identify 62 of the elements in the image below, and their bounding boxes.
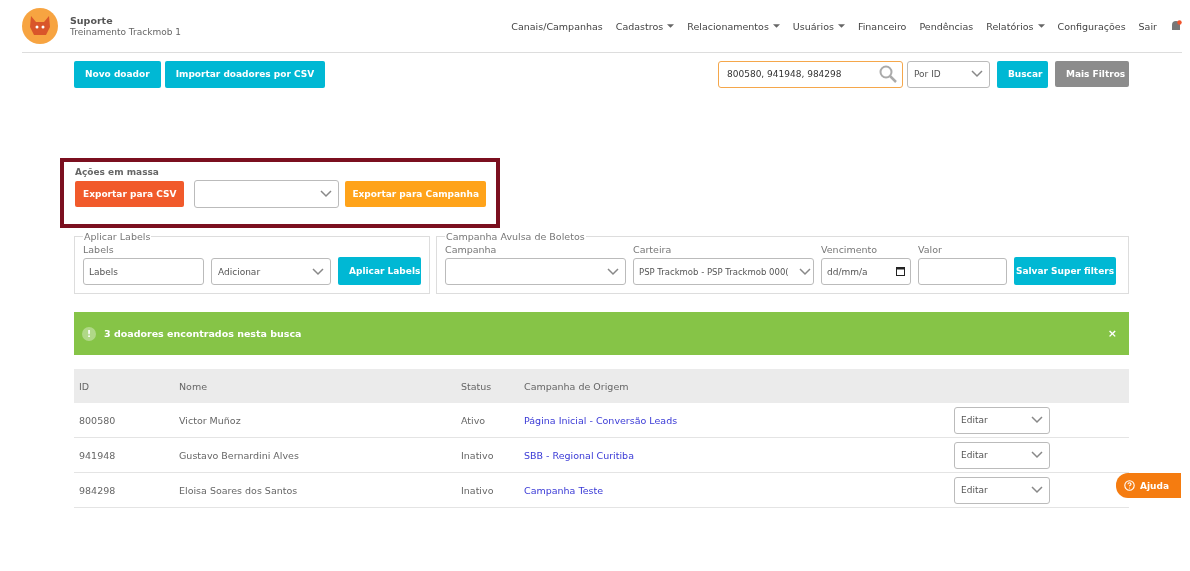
nav-link[interactable]: Canais/Campanhas: [511, 20, 603, 32]
chevron-down-icon: [1031, 486, 1043, 494]
column-header: Status: [456, 369, 519, 403]
chevron-down-icon: [971, 70, 983, 78]
value-input[interactable]: [918, 258, 1007, 285]
column-header: Campanha de Origem: [519, 369, 949, 403]
campaign-select[interactable]: [194, 180, 340, 208]
nav-link[interactable]: Relatórios: [986, 20, 1045, 32]
chevron-down-icon: [799, 267, 811, 276]
alert-message: 3 doadores encontrados nesta busca: [104, 328, 303, 339]
chevron-down-icon: [607, 267, 619, 276]
nav-link[interactable]: Configurações: [1057, 20, 1126, 32]
help-icon: [1124, 480, 1135, 491]
notification-icon[interactable]: [1170, 20, 1182, 32]
field-label: Vencimento: [821, 244, 879, 255]
campaign-link[interactable]: Página Inicial - Conversão Leads: [524, 414, 678, 426]
campaign-select[interactable]: [445, 258, 626, 285]
table-cell: Eloisa Soares dos Santos: [179, 484, 298, 496]
nav-link[interactable]: Cadastros: [615, 20, 675, 32]
alert-icon: !: [82, 326, 96, 341]
label-action-select[interactable]: Adicionar: [211, 258, 331, 285]
nav-link[interactable]: Relacionamentos: [687, 20, 780, 32]
search-icon: [879, 65, 897, 83]
table-cell: Inativo: [461, 449, 494, 461]
table-cell: 941948: [79, 449, 116, 461]
bulk-actions-title: Ações em massa: [75, 167, 160, 177]
table-cell: Gustavo Bernardini Alves: [179, 449, 299, 461]
date-input[interactable]: dd/mm/a: [821, 258, 911, 285]
table-cell: Victor Muñoz: [179, 414, 241, 426]
nav-link[interactable]: Usuários: [792, 20, 845, 32]
calendar-icon: [896, 267, 905, 276]
edit-select[interactable]: Editar: [954, 406, 1050, 434]
account-name: Suporte: [70, 15, 114, 26]
column-header: ID: [74, 369, 174, 403]
edit-select[interactable]: Editar: [954, 476, 1050, 504]
nav-link[interactable]: Financeiro: [857, 20, 907, 32]
dog-logo-icon: [22, 8, 58, 44]
chevron-down-icon: [1031, 416, 1043, 424]
nav-link[interactable]: Sair: [1138, 20, 1157, 32]
table-cell: 800580: [79, 414, 116, 426]
search-field[interactable]: 800580, 941948, 984298: [718, 60, 903, 88]
wallet-select[interactable]: PSP Trackmob - PSP Trackmob 000(: [633, 258, 814, 285]
fieldset-legend: Aplicar Labels: [83, 231, 152, 242]
search-type-select[interactable]: Por ID: [907, 60, 990, 88]
field-label: Campanha: [445, 244, 498, 255]
fieldset-legend: Campanha Avulsa de Boletos: [445, 231, 586, 242]
edit-select[interactable]: Editar: [954, 441, 1050, 469]
column-header: Nome: [174, 369, 456, 403]
field-label: Labels: [83, 244, 115, 255]
nav-link[interactable]: Pendências: [919, 20, 974, 32]
organization-name: Treinamento Trackmob 1: [70, 27, 181, 37]
campaign-link[interactable]: SBB - Regional Curitiba: [524, 449, 634, 461]
chevron-down-icon: [320, 190, 333, 198]
campaign-link[interactable]: Campanha Teste: [524, 484, 603, 496]
table-cell: 984298: [79, 484, 116, 496]
chevron-down-icon: [1031, 451, 1043, 459]
labels-input[interactable]: Labels: [83, 258, 204, 285]
table-cell: Inativo: [461, 484, 494, 496]
field-label: Valor: [918, 244, 943, 255]
field-label: Carteira: [633, 244, 673, 255]
table-cell: Ativo: [461, 414, 486, 426]
chevron-down-icon: [312, 267, 324, 276]
